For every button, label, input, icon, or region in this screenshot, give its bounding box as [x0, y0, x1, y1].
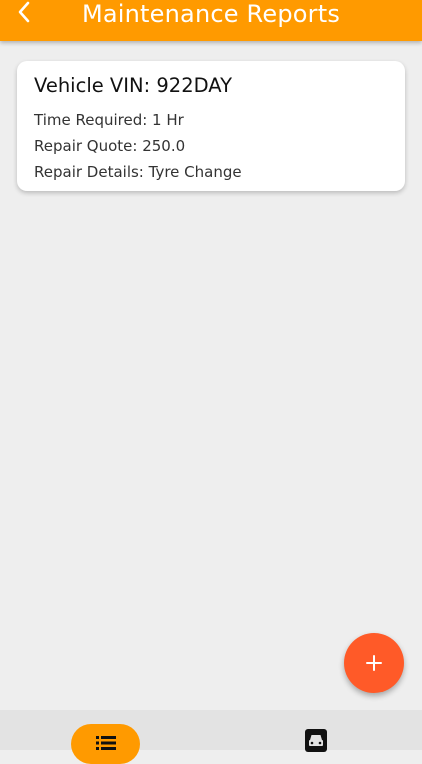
app-bar: Maintenance Reports	[0, 0, 422, 41]
list-icon	[95, 736, 116, 750]
vehicle-vin: Vehicle VIN: 922DAY	[34, 74, 233, 97]
add-report-button[interactable]	[344, 633, 404, 693]
tab-vehicles[interactable]	[300, 728, 332, 760]
time-required: Time Required: 1 Hr	[34, 111, 184, 129]
bottom-nav	[0, 710, 422, 764]
report-card[interactable]: Vehicle VIN: 922DAY Time Required: 1 Hr …	[17, 61, 405, 191]
repair-details: Repair Details: Tyre Change	[34, 163, 242, 181]
repair-quote: Repair Quote: 250.0	[34, 137, 186, 155]
tab-reports[interactable]	[71, 724, 140, 764]
plus-icon	[366, 655, 382, 671]
page-title: Maintenance Reports	[81, 0, 341, 28]
car-icon	[305, 729, 327, 752]
